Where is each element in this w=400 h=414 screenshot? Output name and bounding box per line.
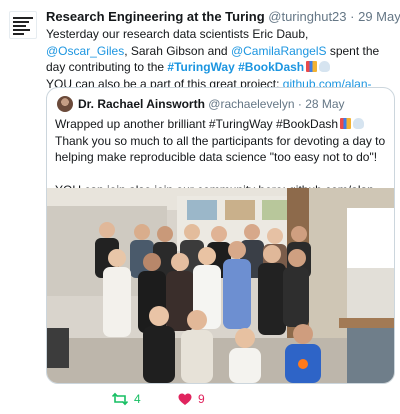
- quoted-header: Dr. Rachael Ainsworth @rachaelevelyn · 2…: [78, 97, 345, 111]
- retweet-count: 4: [134, 392, 141, 406]
- quoted-author-handle[interactable]: @rachaelevelyn: [208, 97, 294, 111]
- like-count: 9: [198, 392, 205, 406]
- cloud-emoji-icon: [353, 118, 365, 129]
- quoted-date[interactable]: 28 May: [305, 97, 344, 111]
- quoted-avatar[interactable]: [57, 96, 73, 112]
- quoted-text-p1b: Thank you so much to all the participant…: [55, 133, 386, 165]
- turing-logo-icon: [13, 17, 33, 37]
- mention-link[interactable]: @CamilaRangelS: [231, 44, 327, 58]
- retweet-icon: [112, 392, 128, 406]
- hashtag-link[interactable]: #TuringWay: [167, 60, 234, 74]
- books-emoji-icon: [340, 118, 352, 129]
- avatar[interactable]: [9, 11, 37, 39]
- tweet[interactable]: Research Engineering at the Turing @turi…: [0, 0, 400, 414]
- like-button[interactable]: 9: [178, 392, 205, 406]
- group-photo-image: [47, 188, 394, 383]
- hashtag-link[interactable]: #BookDash: [238, 60, 304, 74]
- cloud-emoji-icon: [319, 61, 331, 72]
- mention-link[interactable]: @Oscar_Giles: [46, 44, 124, 58]
- text-segment: Yesterday our research data scientists E…: [46, 27, 309, 41]
- separator: ·: [297, 97, 302, 111]
- tweet-header: Research Engineering at the Turing @turi…: [46, 9, 400, 24]
- separator: ·: [350, 9, 355, 24]
- author-name[interactable]: Research Engineering at the Turing: [46, 9, 265, 24]
- retweet-button[interactable]: 4: [112, 392, 141, 406]
- tweet-date[interactable]: 29 May: [358, 9, 400, 24]
- text-segment: , Sarah Gibson and: [124, 43, 231, 58]
- author-handle[interactable]: @turinghut23: [268, 9, 346, 24]
- quoted-author-name[interactable]: Dr. Rachael Ainsworth: [78, 97, 205, 111]
- quoted-text-p1: Wrapped up another brilliant #TuringWay …: [55, 117, 339, 131]
- books-emoji-icon: [306, 61, 318, 72]
- group-photo[interactable]: [47, 188, 394, 383]
- quoted-tweet[interactable]: Dr. Rachael Ainsworth @rachaelevelyn · 2…: [46, 87, 395, 384]
- heart-icon: [178, 393, 192, 405]
